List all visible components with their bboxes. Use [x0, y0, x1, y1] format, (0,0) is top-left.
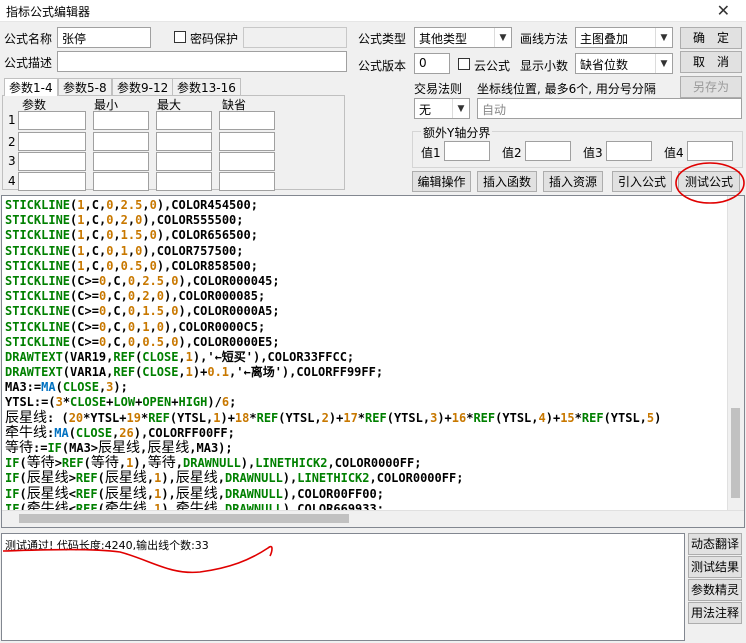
code-horizontal-scrollbar[interactable] [2, 510, 744, 527]
edit-ops-button[interactable]: 编辑操作 [412, 171, 471, 192]
param-name-input[interactable] [18, 132, 86, 151]
yaxis-input-2[interactable] [525, 141, 571, 161]
yaxis-input-1[interactable] [444, 141, 490, 161]
close-icon[interactable]: ✕ [717, 1, 730, 20]
version-input[interactable]: 0 [414, 53, 450, 74]
password-label: 密码保护 [190, 32, 239, 46]
param-min-input[interactable] [93, 132, 149, 151]
test-result-button[interactable]: 测试结果 [688, 556, 742, 578]
tab-params-5-8[interactable]: 参数5-8 [58, 78, 112, 96]
param-name-input[interactable] [18, 172, 86, 191]
coord-input[interactable]: 自动 [477, 98, 742, 119]
decimals-select[interactable]: 缺省位数 ▼ [575, 53, 673, 74]
yaxis-input-4[interactable] [687, 141, 733, 161]
param-name-input[interactable] [18, 152, 86, 171]
yaxis-input-3[interactable] [606, 141, 652, 161]
param-tune-button[interactable]: 参数精灵 [688, 579, 742, 601]
param-name-input[interactable] [18, 111, 86, 130]
chevron-down-icon: ▼ [655, 54, 672, 73]
type-select[interactable]: 其他类型 ▼ [414, 27, 512, 48]
trade-select[interactable]: 无 ▼ [414, 98, 470, 119]
param-row-num: 1 [8, 113, 16, 127]
trade-label: 交易法则 [414, 82, 463, 96]
yaxis-label-4: 值4 [664, 146, 684, 160]
chevron-down-icon: ▼ [494, 28, 511, 47]
yaxis-label-1: 值1 [421, 146, 441, 160]
cancel-button[interactable]: 取 消 [680, 51, 742, 73]
param-default-input[interactable] [219, 132, 275, 151]
param-max-input[interactable] [156, 132, 212, 151]
password-checkbox[interactable] [174, 31, 186, 43]
param-min-input[interactable] [93, 111, 149, 130]
param-default-input[interactable] [219, 172, 275, 191]
chevron-down-icon: ▼ [452, 99, 469, 118]
yaxis-title: 额外Y轴分界 [421, 124, 493, 141]
tab-params-1-4[interactable]: 参数1-4 [4, 78, 58, 96]
output-text: 测试通过! 代码长度:4240,输出线个数:33 [5, 539, 209, 552]
chevron-down-icon: ▼ [655, 28, 672, 47]
scroll-thumb[interactable] [731, 408, 740, 498]
ok-button[interactable]: 确 定 [680, 27, 742, 49]
coord-label: 坐标线位置, 最多6个, 用分号分隔 [477, 82, 656, 96]
cloud-label: 云公式 [474, 59, 511, 73]
code-editor[interactable]: STICKLINE(1,C,0,2.5,0),COLOR454500; STICK… [1, 195, 745, 528]
insert-func-button[interactable]: 插入函数 [477, 171, 537, 192]
param-default-input[interactable] [219, 111, 275, 130]
param-row-num: 3 [8, 154, 16, 168]
name-label: 公式名称 [4, 32, 53, 46]
code-text: STICKLINE(1,C,0,2.5,0),COLOR454500; STICK… [5, 198, 662, 517]
yaxis-label-3: 值3 [583, 146, 603, 160]
version-label: 公式版本 [358, 59, 407, 73]
save-as-button[interactable]: 另存为 [680, 76, 742, 98]
type-label: 公式类型 [358, 32, 407, 46]
name-input[interactable]: 张停 [57, 27, 151, 48]
param-min-input[interactable] [93, 152, 149, 171]
param-row-num: 2 [8, 135, 16, 149]
desc-label: 公式描述 [4, 56, 53, 70]
decimals-label: 显示小数 [520, 59, 569, 73]
tab-params-13-16[interactable]: 参数13-16 [172, 78, 241, 96]
import-button[interactable]: 引入公式 [612, 171, 672, 192]
usage-note-button[interactable]: 用法注释 [688, 602, 742, 624]
param-default-input[interactable] [219, 152, 275, 171]
output-pane: 测试通过! 代码长度:4240,输出线个数:33 [1, 533, 685, 641]
desc-input[interactable] [57, 51, 347, 72]
param-max-input[interactable] [156, 111, 212, 130]
code-vertical-scrollbar[interactable] [727, 196, 744, 527]
yaxis-label-2: 值2 [502, 146, 522, 160]
draw-label: 画线方法 [520, 32, 569, 46]
password-input [243, 27, 347, 48]
cloud-checkbox[interactable] [458, 58, 470, 70]
test-button[interactable]: 测试公式 [678, 171, 740, 192]
scroll-thumb[interactable] [19, 514, 349, 523]
param-min-input[interactable] [93, 172, 149, 191]
param-max-input[interactable] [156, 172, 212, 191]
draw-select[interactable]: 主图叠加 ▼ [575, 27, 673, 48]
param-row-num: 4 [8, 174, 16, 188]
insert-res-button[interactable]: 插入资源 [543, 171, 603, 192]
dyn-translate-button[interactable]: 动态翻译 [688, 533, 742, 555]
tab-params-9-12[interactable]: 参数9-12 [112, 78, 174, 96]
title-bar: 指标公式编辑器 ✕ [0, 0, 746, 22]
window-title: 指标公式编辑器 [6, 5, 91, 19]
param-max-input[interactable] [156, 152, 212, 171]
